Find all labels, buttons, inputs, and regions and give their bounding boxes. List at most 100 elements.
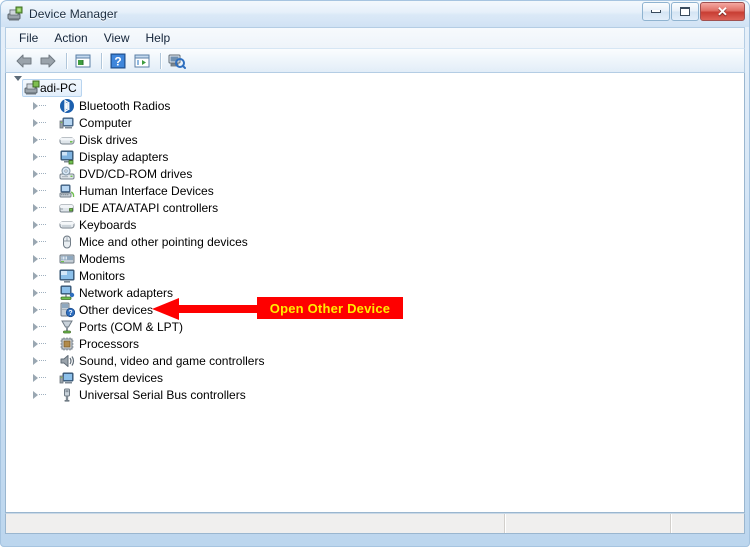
- root-expand-toggle[interactable]: [14, 76, 22, 95]
- expand-toggle[interactable]: [33, 148, 59, 165]
- tree-item-universal-serial-bus-controllers[interactable]: Universal Serial Bus controllers: [33, 386, 744, 403]
- chevron-right-icon: [33, 152, 38, 161]
- tree-item-human-interface-devices[interactable]: Human Interface Devices: [33, 182, 744, 199]
- expand-toggle[interactable]: [33, 369, 59, 386]
- tree-item-label: Keyboards: [79, 217, 137, 232]
- tree-item-keyboards[interactable]: Keyboards: [33, 216, 744, 233]
- help-button[interactable]: ?: [107, 50, 129, 71]
- tree-item-bluetooth-radios[interactable]: Bluetooth Radios: [33, 97, 744, 114]
- expand-toggle[interactable]: [33, 352, 59, 369]
- expand-toggle[interactable]: [33, 182, 59, 199]
- status-bar: [5, 513, 745, 534]
- system-device-icon: [59, 370, 75, 386]
- chevron-right-icon: [33, 169, 38, 178]
- minimize-icon: [651, 10, 661, 13]
- status-segment-main: [6, 514, 504, 533]
- menu-action[interactable]: Action: [46, 29, 95, 47]
- tree-connector-line: [39, 309, 46, 310]
- toolbar-separator-2: [101, 52, 102, 69]
- expand-toggle[interactable]: [33, 199, 59, 216]
- tree-connector-line: [39, 360, 46, 361]
- tree-connector-line: [39, 394, 46, 395]
- chevron-right-icon: [33, 254, 38, 263]
- show-hide-console-tree-icon: [74, 53, 92, 69]
- device-manager-window: Device Manager ✕ File Action View Help ?…: [0, 0, 750, 547]
- tree-connector-line: [39, 173, 46, 174]
- tree-item-mice-and-other-pointing-devices[interactable]: Mice and other pointing devices: [33, 233, 744, 250]
- tree-connector-line: [39, 241, 46, 242]
- minimize-button[interactable]: [642, 2, 670, 21]
- menu-view[interactable]: View: [96, 29, 138, 47]
- expand-toggle[interactable]: [33, 97, 59, 114]
- tree-root-node[interactable]: adi-PC: [14, 76, 744, 97]
- display-adapter-icon: [59, 149, 75, 165]
- tree-item-dvd-cd-rom-drives[interactable]: DVD/CD-ROM drives: [33, 165, 744, 182]
- tree-item-label: Processors: [79, 336, 140, 351]
- tree-item-ide-ata-atapi-controllers[interactable]: IDE ATA/ATAPI controllers: [33, 199, 744, 216]
- close-icon: ✕: [717, 4, 728, 19]
- scan-for-hardware-changes-button[interactable]: [166, 50, 188, 71]
- tree-root-selection[interactable]: adi-PC: [22, 79, 82, 97]
- device-tree-pane[interactable]: adi-PC Bluetooth Radios Computer Disk driv…: [5, 73, 745, 513]
- chevron-right-icon: [33, 322, 38, 331]
- status-segment-2: [505, 514, 670, 533]
- window-buttons: ✕: [642, 2, 745, 21]
- tree-item-modems[interactable]: Modems: [33, 250, 744, 267]
- svg-text:?: ?: [68, 310, 72, 317]
- tree-item-processors[interactable]: Processors: [33, 335, 744, 352]
- tree-connector-line: [39, 156, 46, 157]
- expand-toggle[interactable]: [33, 114, 59, 131]
- expand-toggle[interactable]: [33, 131, 59, 148]
- expand-toggle[interactable]: [33, 165, 59, 182]
- tree-item-label: Computer: [79, 115, 132, 130]
- scan-for-hardware-changes-icon: [168, 53, 186, 69]
- network-adapter-icon: [59, 285, 75, 301]
- tree-connector-line: [39, 326, 46, 327]
- tree-item-label: Bluetooth Radios: [79, 98, 171, 113]
- expand-toggle[interactable]: [33, 267, 59, 284]
- help-icon: ?: [109, 53, 127, 69]
- tree-item-monitors[interactable]: Monitors: [33, 267, 744, 284]
- properties-button[interactable]: [131, 50, 153, 71]
- computer-icon: [24, 80, 40, 96]
- show-hide-console-tree-button[interactable]: [72, 50, 94, 71]
- tree-item-ports-com-lpt[interactable]: Ports (COM & LPT): [33, 318, 744, 335]
- maximize-button[interactable]: [671, 2, 699, 21]
- expand-toggle[interactable]: [33, 301, 59, 318]
- expand-toggle[interactable]: [33, 284, 59, 301]
- expand-toggle[interactable]: [33, 250, 59, 267]
- tree-item-computer[interactable]: Computer: [33, 114, 744, 131]
- monitor-icon: [59, 268, 75, 284]
- tree-item-disk-drives[interactable]: Disk drives: [33, 131, 744, 148]
- tree-item-label: Display adapters: [79, 149, 169, 164]
- tree-item-label: Universal Serial Bus controllers: [79, 387, 246, 402]
- chevron-right-icon: [33, 135, 38, 144]
- menu-bar: File Action View Help: [5, 27, 745, 48]
- tree-item-sound-video-and-game-controllers[interactable]: Sound, video and game controllers: [33, 352, 744, 369]
- expand-toggle[interactable]: [33, 216, 59, 233]
- tree-connector-line: [39, 139, 46, 140]
- processor-icon: [59, 336, 75, 352]
- close-button[interactable]: ✕: [700, 2, 745, 21]
- chevron-right-icon: [33, 305, 38, 314]
- forward-button[interactable]: [37, 50, 59, 71]
- tree-item-display-adapters[interactable]: Display adapters: [33, 148, 744, 165]
- expand-toggle[interactable]: [33, 335, 59, 352]
- tree-item-label: Human Interface Devices: [79, 183, 214, 198]
- expand-toggle[interactable]: [33, 233, 59, 250]
- back-icon: [15, 53, 33, 69]
- properties-icon: [133, 53, 151, 69]
- menu-file[interactable]: File: [11, 29, 46, 47]
- expand-toggle[interactable]: [33, 386, 59, 403]
- computer-node-icon: [59, 115, 75, 131]
- expand-toggle[interactable]: [33, 318, 59, 335]
- dvd-drive-icon: [59, 166, 75, 182]
- chevron-right-icon: [33, 118, 38, 127]
- annotation-text: Open Other Device: [269, 300, 391, 316]
- menu-help[interactable]: Help: [138, 29, 179, 47]
- tree-connector-line: [39, 207, 46, 208]
- tree-item-label: Other devices: [79, 302, 154, 317]
- tree-item-system-devices[interactable]: System devices: [33, 369, 744, 386]
- back-button[interactable]: [13, 50, 35, 71]
- title-bar[interactable]: Device Manager ✕: [0, 0, 750, 27]
